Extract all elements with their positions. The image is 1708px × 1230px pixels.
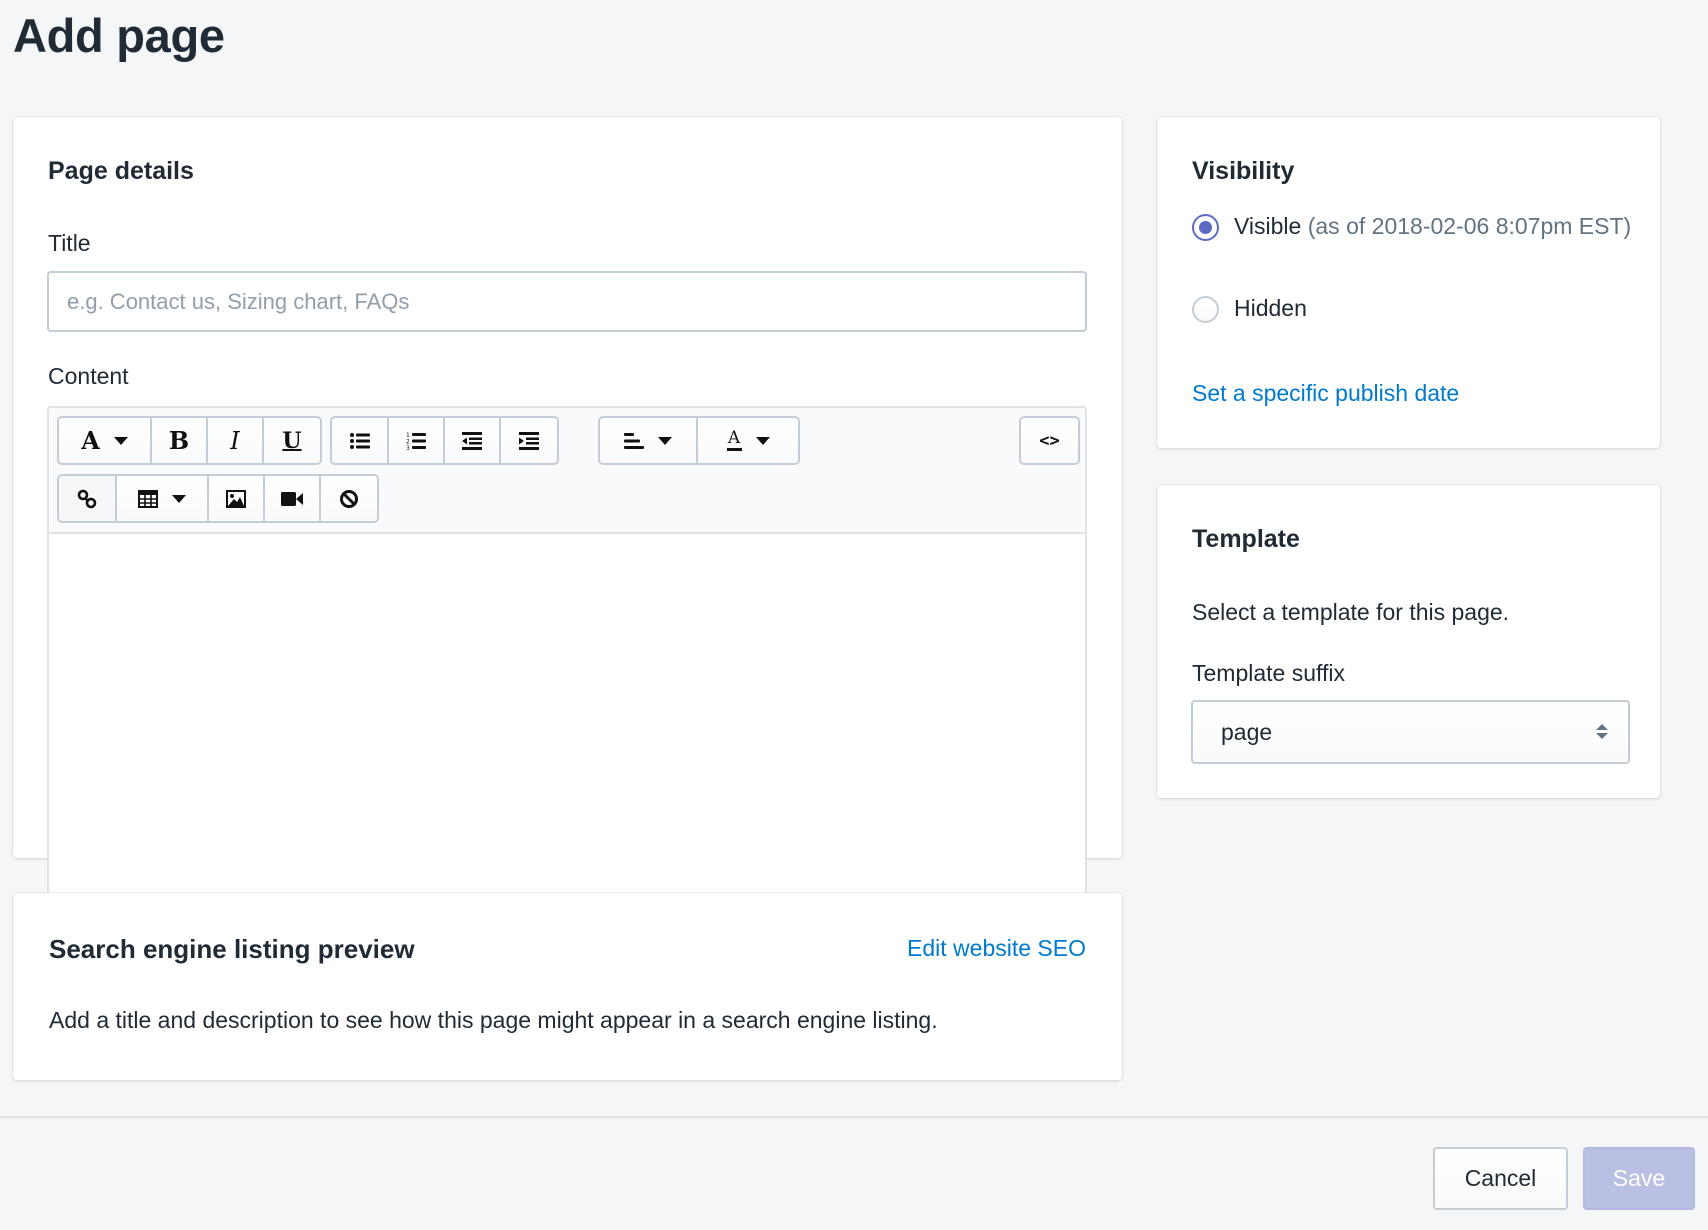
chevron-down-icon [755, 436, 770, 445]
seo-heading: Search engine listing preview [49, 934, 415, 964]
clear-formatting-button[interactable] [321, 476, 377, 521]
set-publish-date-link[interactable]: Set a specific publish date [1192, 380, 1459, 407]
code-view-icon: <> [1039, 430, 1060, 451]
outdent-icon [462, 431, 482, 450]
rich-text-editor: A B I U 1 2 3 A <> [47, 406, 1087, 940]
hidden-option[interactable]: Hidden [1192, 294, 1654, 326]
underline-icon: U [282, 427, 302, 454]
indent-button[interactable] [501, 418, 557, 463]
bold-icon: B [168, 426, 190, 455]
image-icon [226, 489, 246, 508]
save-button[interactable]: Save [1583, 1147, 1695, 1210]
code-view-button[interactable]: <> [1021, 418, 1078, 463]
table-button[interactable] [117, 476, 209, 521]
template-suffix-value: page [1221, 718, 1273, 745]
indent-icon [519, 431, 539, 450]
source-group: <> [1019, 416, 1080, 465]
chevron-down-icon [113, 436, 128, 445]
align-left-icon [624, 432, 644, 449]
seo-description: Add a title and description to see how t… [49, 1007, 938, 1033]
visible-radio[interactable] [1192, 214, 1219, 241]
page-details-card: Page details Title Content A B I U [13, 117, 1122, 940]
edit-website-seo-link[interactable]: Edit website SEO [907, 935, 1086, 962]
insert-group [57, 474, 379, 523]
underline-button[interactable]: U [264, 418, 320, 463]
table-icon [138, 489, 158, 508]
video-button[interactable] [265, 476, 321, 521]
bulleted-list-button[interactable] [332, 418, 389, 463]
text-color-icon: A [726, 430, 742, 451]
font-style-icon: A [81, 426, 100, 455]
bold-button[interactable]: B [152, 418, 208, 463]
template-suffix-select[interactable]: page [1191, 700, 1630, 764]
outdent-button[interactable] [445, 418, 501, 463]
visible-option[interactable]: Visible (as of 2018-02-06 8:07pm EST) [1192, 212, 1654, 244]
numbered-list-button[interactable]: 1 2 3 [389, 418, 445, 463]
list-group: 1 2 3 [330, 416, 559, 465]
title-input[interactable] [47, 271, 1087, 332]
video-icon [281, 491, 303, 506]
content-label: Content [48, 363, 129, 389]
italic-icon: I [230, 426, 240, 455]
link-icon [77, 489, 97, 508]
italic-button[interactable]: I [208, 418, 264, 463]
image-button[interactable] [209, 476, 265, 521]
seo-preview-card: Search engine listing preview Edit websi… [13, 893, 1122, 1080]
visible-date-sublabel: (as of 2018-02-06 8:07pm EST) [1307, 213, 1632, 239]
editor-toolbar: A B I U 1 2 3 A <> [49, 408, 1085, 534]
select-arrows-icon [1596, 724, 1608, 739]
align-color-group: A [598, 416, 800, 465]
template-card: Template Select a template for this page… [1157, 485, 1660, 798]
template-description: Select a template for this page. [1192, 599, 1510, 625]
template-suffix-label: Template suffix [1192, 660, 1345, 686]
title-label: Title [48, 230, 91, 256]
link-button[interactable] [59, 476, 117, 521]
template-heading: Template [1192, 525, 1300, 553]
cancel-button[interactable]: Cancel [1433, 1147, 1568, 1210]
hidden-radio[interactable] [1192, 296, 1219, 323]
page-details-heading: Page details [48, 157, 194, 185]
footer-divider [0, 1116, 1708, 1118]
visible-label: Visible (as of 2018-02-06 8:07pm EST) [1234, 213, 1632, 239]
text-style-group: A B I U [57, 416, 322, 465]
align-button[interactable] [600, 418, 698, 463]
page-title: Add page [13, 9, 225, 62]
editor-content-area[interactable] [49, 536, 1085, 938]
svg-text:3: 3 [406, 445, 410, 451]
visibility-heading: Visibility [1192, 157, 1295, 185]
clear-formatting-icon [340, 489, 358, 508]
font-style-button[interactable]: A [59, 418, 152, 463]
bulleted-list-icon [349, 432, 370, 449]
numbered-list-icon: 1 2 3 [406, 432, 426, 451]
chevron-down-icon [172, 494, 186, 503]
visibility-card: Visibility Visible (as of 2018-02-06 8:0… [1157, 117, 1660, 448]
text-color-button[interactable]: A [698, 418, 798, 463]
chevron-down-icon [658, 436, 672, 445]
hidden-label: Hidden [1234, 295, 1307, 321]
